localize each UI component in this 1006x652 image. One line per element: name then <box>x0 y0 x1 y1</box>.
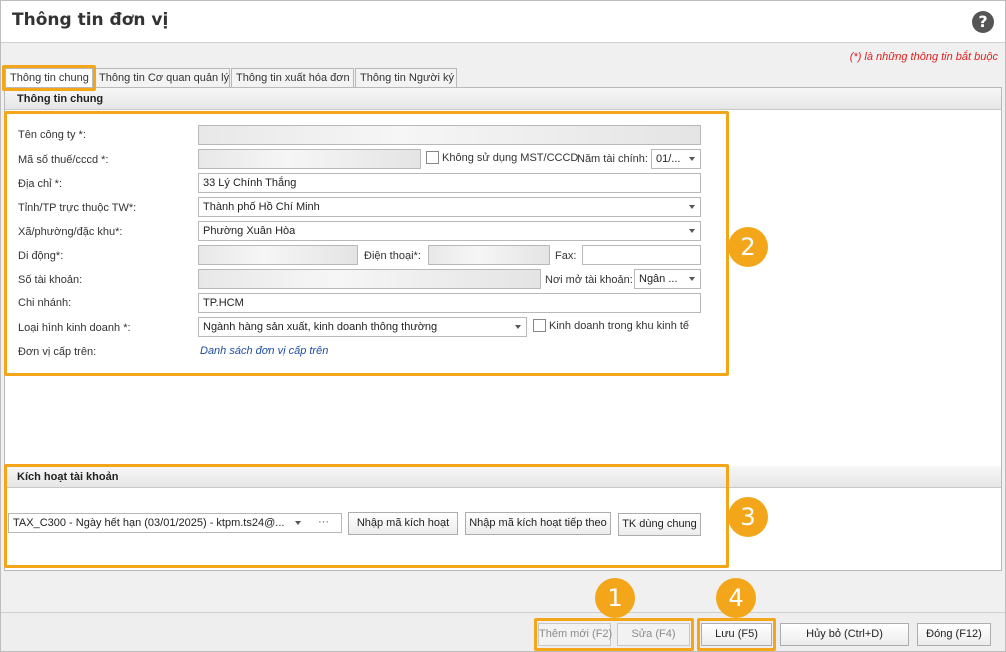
tab-invoice-info[interactable]: Thông tin xuất hóa đơn <box>231 68 354 87</box>
tab-signer-info[interactable]: Thông tin Người ký <box>355 68 457 87</box>
cancel-button[interactable]: Hủy bỏ (Ctrl+D) <box>780 623 909 646</box>
step-badge-2: 2 <box>728 227 768 267</box>
highlight-general-tab <box>2 65 96 91</box>
help-icon[interactable]: ? <box>972 11 994 33</box>
highlight-activation-section <box>4 464 729 568</box>
highlight-general-section <box>4 111 729 376</box>
step-badge-1: 1 <box>595 578 635 618</box>
highlight-add-edit-buttons <box>534 618 694 651</box>
step-badge-4: 4 <box>716 578 756 618</box>
highlight-save-button <box>697 618 776 651</box>
general-section-header: Thông tin chung <box>5 88 1001 110</box>
step-badge-3: 3 <box>728 497 768 537</box>
close-button[interactable]: Đóng (F12) <box>917 623 991 646</box>
tab-management-agency[interactable]: Thông tin Cơ quan quản lý <box>94 68 230 87</box>
window-title: Thông tin đơn vị <box>12 10 169 30</box>
required-note: (*) là những thông tin bắt buộc <box>849 51 998 63</box>
